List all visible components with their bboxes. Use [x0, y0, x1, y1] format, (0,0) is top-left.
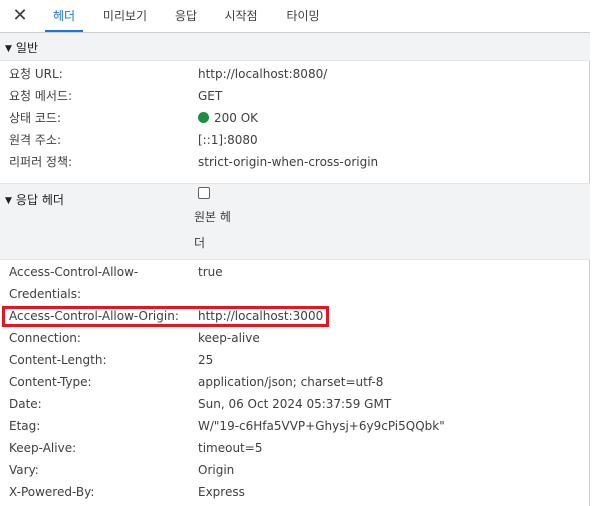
response-headers-section-title[interactable]: ▼ 응답 헤더: [5, 191, 64, 208]
general-row-key: 요청 메서드:: [9, 89, 73, 103]
tab-label: 미리보기: [102, 9, 148, 23]
tab-timing[interactable]: 타이밍: [279, 0, 327, 32]
response-header-value: true: [198, 265, 223, 279]
tab-label: 응답: [174, 9, 198, 23]
general-section-header[interactable]: ▼ 일반: [0, 33, 590, 61]
general-row: 상태 코드: 200 OK: [0, 107, 590, 129]
tab-response[interactable]: 응답: [167, 0, 205, 32]
response-header-row: X-Powered-By: Express: [0, 481, 590, 503]
general-row: 요청 메서드: GET: [0, 85, 590, 107]
general-row-value: http://localhost:8080/: [198, 67, 328, 81]
response-header-row: Vary: Origin: [0, 459, 590, 481]
response-header-row: Etag: W/"19-c6Hfa5VVP+Ghysj+6y9cPi5QQbk": [0, 415, 590, 437]
response-header-key: Etag:: [9, 419, 41, 433]
response-header-value: Express: [198, 485, 245, 499]
response-header-value: Sun, 06 Oct 2024 05:37:59 GMT: [198, 397, 392, 411]
response-header-value: 25: [198, 353, 214, 367]
general-row: 요청 URL: http://localhost:8080/: [0, 63, 590, 85]
general-row-key: 요청 URL:: [9, 67, 63, 81]
response-header-row: Content-Type: application/json; charset=…: [0, 371, 590, 393]
headers-panel: ✕ 헤더 미리보기 응답 시작점 타이밍 ▼ 일반 요청 URL: http://…: [0, 0, 590, 506]
general-row-value: GET: [198, 89, 223, 103]
response-header-key: Date:: [9, 397, 42, 411]
response-header-value: application/json; charset=utf-8: [198, 375, 384, 389]
status-ok-icon: [198, 112, 209, 123]
response-header-row: Content-Length: 25: [0, 349, 590, 371]
response-header-key: Access-Control-Allow-: [9, 265, 139, 279]
response-header-key: Content-Length:: [9, 353, 107, 367]
response-header-value: timeout=5: [198, 441, 263, 455]
tab-bar: ✕ 헤더 미리보기 응답 시작점 타이밍: [0, 0, 590, 33]
general-row: 리퍼러 정책: strict-origin-when-cross-origin: [0, 151, 590, 173]
tab-initiator[interactable]: 시작점: [217, 0, 265, 32]
response-header-row: Keep-Alive: timeout=5: [0, 437, 590, 459]
active-tab-indicator: [45, 30, 83, 32]
response-header-row: Date: Sun, 06 Oct 2024 05:37:59 GMT: [0, 393, 590, 415]
response-headers-section-header: ▼ 응답 헤더 원본 헤 더: [0, 184, 590, 260]
collapse-triangle-icon: ▼: [5, 44, 12, 54]
response-header-value: Origin: [198, 463, 235, 477]
raw-headers-checkbox[interactable]: [198, 187, 210, 199]
general-section-title[interactable]: ▼ 일반: [5, 39, 38, 56]
response-header-value: W/"19-c6Hfa5VVP+Ghysj+6y9cPi5QQbk": [198, 419, 445, 433]
response-header-row: Access-Control-Allow- Credentials: true: [0, 261, 590, 305]
general-row-key: 리퍼러 정책:: [9, 155, 73, 169]
tab-preview[interactable]: 미리보기: [95, 0, 155, 32]
raw-headers-label-line1: 원본 헤: [194, 210, 231, 224]
tab-label: 헤더: [52, 9, 76, 23]
tab-label: 시작점: [224, 9, 258, 23]
collapse-triangle-icon: ▼: [5, 196, 12, 206]
tab-label: 타이밍: [286, 9, 320, 23]
highlight-box: [2, 306, 329, 327]
raw-headers-label-line2: 더: [194, 236, 206, 250]
response-header-key: X-Powered-By:: [9, 485, 95, 499]
response-header-key-continued: Credentials:: [9, 287, 82, 301]
tab-headers[interactable]: 헤더: [45, 0, 83, 32]
general-row-value: [::1]:8080: [198, 133, 258, 147]
response-header-row: Connection: keep-alive: [0, 327, 590, 349]
response-header-key: Content-Type:: [9, 375, 92, 389]
general-row-value: strict-origin-when-cross-origin: [198, 155, 379, 169]
response-header-key: Keep-Alive:: [9, 441, 77, 455]
general-row-key: 원격 주소:: [9, 133, 62, 147]
general-row: 원격 주소: [::1]:8080: [0, 129, 590, 151]
response-header-key: Vary:: [9, 463, 39, 477]
response-header-value: keep-alive: [198, 331, 260, 345]
general-row-key: 상태 코드:: [9, 111, 62, 125]
status-code-value: 200 OK: [198, 107, 258, 129]
response-header-key: Connection:: [9, 331, 81, 345]
close-icon[interactable]: ✕: [12, 7, 28, 25]
